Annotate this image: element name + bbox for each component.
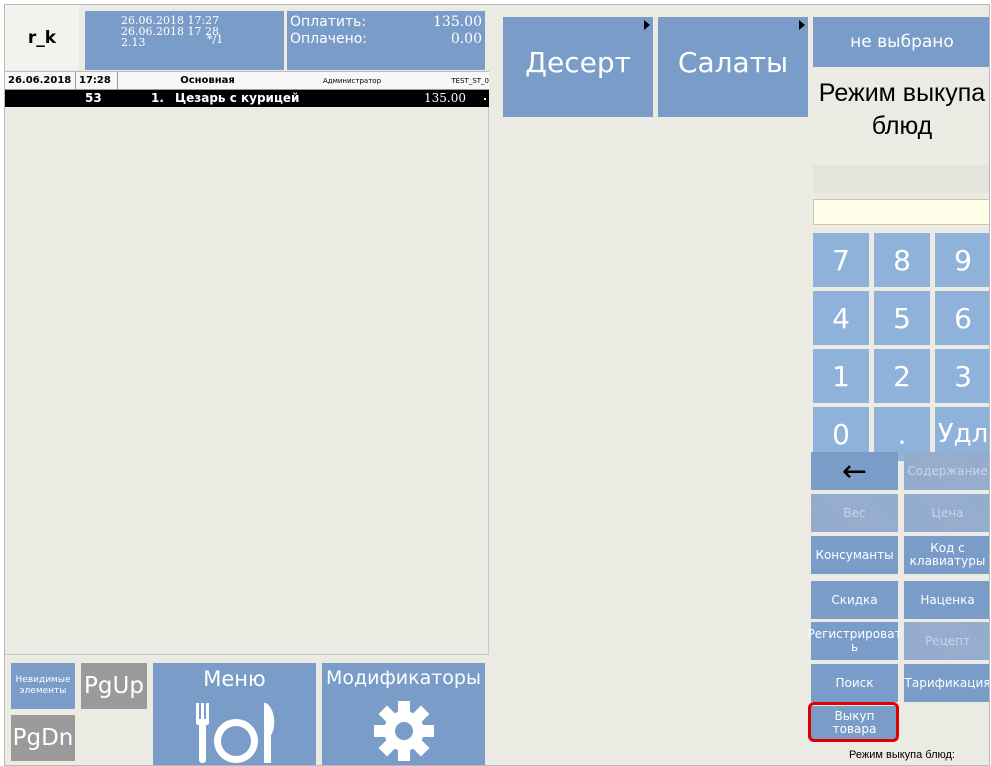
markup-button[interactable]: Наценка	[904, 581, 989, 619]
tariff-button[interactable]: Тарификация	[904, 664, 989, 702]
menu-button-label: Меню	[203, 667, 266, 691]
weight-button[interactable]: Вес	[811, 494, 898, 532]
category-salads-label: Салаты	[677, 45, 789, 79]
plate-cutlery-icon	[196, 703, 275, 763]
category-bar: Десерт Салаты	[503, 17, 808, 117]
order-time: 17:28	[75, 72, 117, 89]
key-4[interactable]: 4	[813, 291, 869, 345]
key-8[interactable]: 8	[874, 233, 930, 287]
order-line-code: 53	[85, 91, 102, 105]
invisible-elements-button[interactable]: Невидимые элементы	[11, 663, 75, 709]
order-line-name: Цезарь с курицей	[175, 91, 300, 105]
key-5[interactable]: 5	[874, 291, 930, 345]
key-3[interactable]: 3	[935, 349, 989, 403]
order-line[interactable]: 53 1. Цезарь с курицей 135.00	[5, 90, 489, 107]
page-down-button[interactable]: PgDn	[11, 715, 75, 761]
status-text: Режим выкупа блюд:	[849, 749, 955, 761]
key-6[interactable]: 6	[935, 291, 989, 345]
key-7[interactable]: 7	[813, 233, 869, 287]
order-info-box: 26.06.2018 17:27 26.06.2018 17 28 2.13 *…	[85, 11, 284, 70]
code-from-keyboard-button[interactable]: Код с клавиатуры	[904, 536, 989, 574]
key-2[interactable]: 2	[874, 349, 930, 403]
order-line-num: 1.	[151, 91, 164, 105]
to-pay-value: 135.00	[433, 14, 482, 30]
discount-button[interactable]: Скидка	[811, 581, 898, 619]
register-button[interactable]: Регистрироват ь	[807, 622, 902, 660]
order-header: 26.06.2018 17:28 Основная Администратор …	[5, 71, 489, 90]
order-date: 26.06.2018	[8, 75, 72, 86]
guests: */1	[207, 33, 224, 46]
order-line-price: 135.00	[424, 91, 466, 105]
logo: r_k	[5, 5, 79, 70]
paid-label: Оплачено:	[290, 31, 368, 47]
mode-title: Режим выкупа блюд	[818, 79, 986, 140]
content-button[interactable]: Содержание	[904, 452, 989, 490]
payment-box: Оплатить: 135.00 Оплачено: 0.00	[287, 11, 485, 70]
category-dessert[interactable]: Десерт	[503, 17, 653, 117]
paid-value: 0.00	[450, 31, 482, 47]
order-station: TEST_ST_0	[451, 76, 489, 85]
to-pay-label: Оплатить:	[290, 14, 367, 30]
category-salads[interactable]: Салаты	[658, 17, 808, 117]
submenu-arrow-icon	[799, 20, 805, 30]
category-dessert-label: Десерт	[525, 45, 631, 79]
order-user: Администратор	[322, 76, 382, 85]
amount-input[interactable]	[813, 199, 989, 225]
display-strip	[813, 165, 989, 193]
menu-button[interactable]: Меню	[153, 663, 316, 765]
submenu-arrow-icon	[644, 20, 650, 30]
pos-screen: r_k 26.06.2018 17:27 26.06.2018 17 28 2.…	[4, 4, 990, 766]
version: 2.13	[121, 36, 146, 49]
order-list-area[interactable]	[5, 107, 489, 655]
order-menu: Основная	[117, 72, 297, 89]
modifiers-button-label: Модификаторы	[326, 667, 481, 689]
recipe-button[interactable]: Рецепт	[904, 622, 989, 660]
order-line-marker	[484, 98, 486, 100]
buyout-highlight	[808, 702, 899, 742]
key-1[interactable]: 1	[813, 349, 869, 403]
modifiers-button[interactable]: Модификаторы	[322, 663, 485, 765]
search-button[interactable]: Поиск	[811, 664, 898, 702]
not-selected-button[interactable]: не выбрано	[813, 17, 989, 67]
gear-icon	[374, 701, 434, 761]
key-9[interactable]: 9	[935, 233, 989, 287]
consumers-button[interactable]: Консуманты	[811, 536, 898, 574]
backspace-button[interactable]: ←	[811, 452, 898, 490]
page-up-button[interactable]: PgUp	[81, 663, 147, 709]
price-button[interactable]: Цена	[904, 494, 989, 532]
